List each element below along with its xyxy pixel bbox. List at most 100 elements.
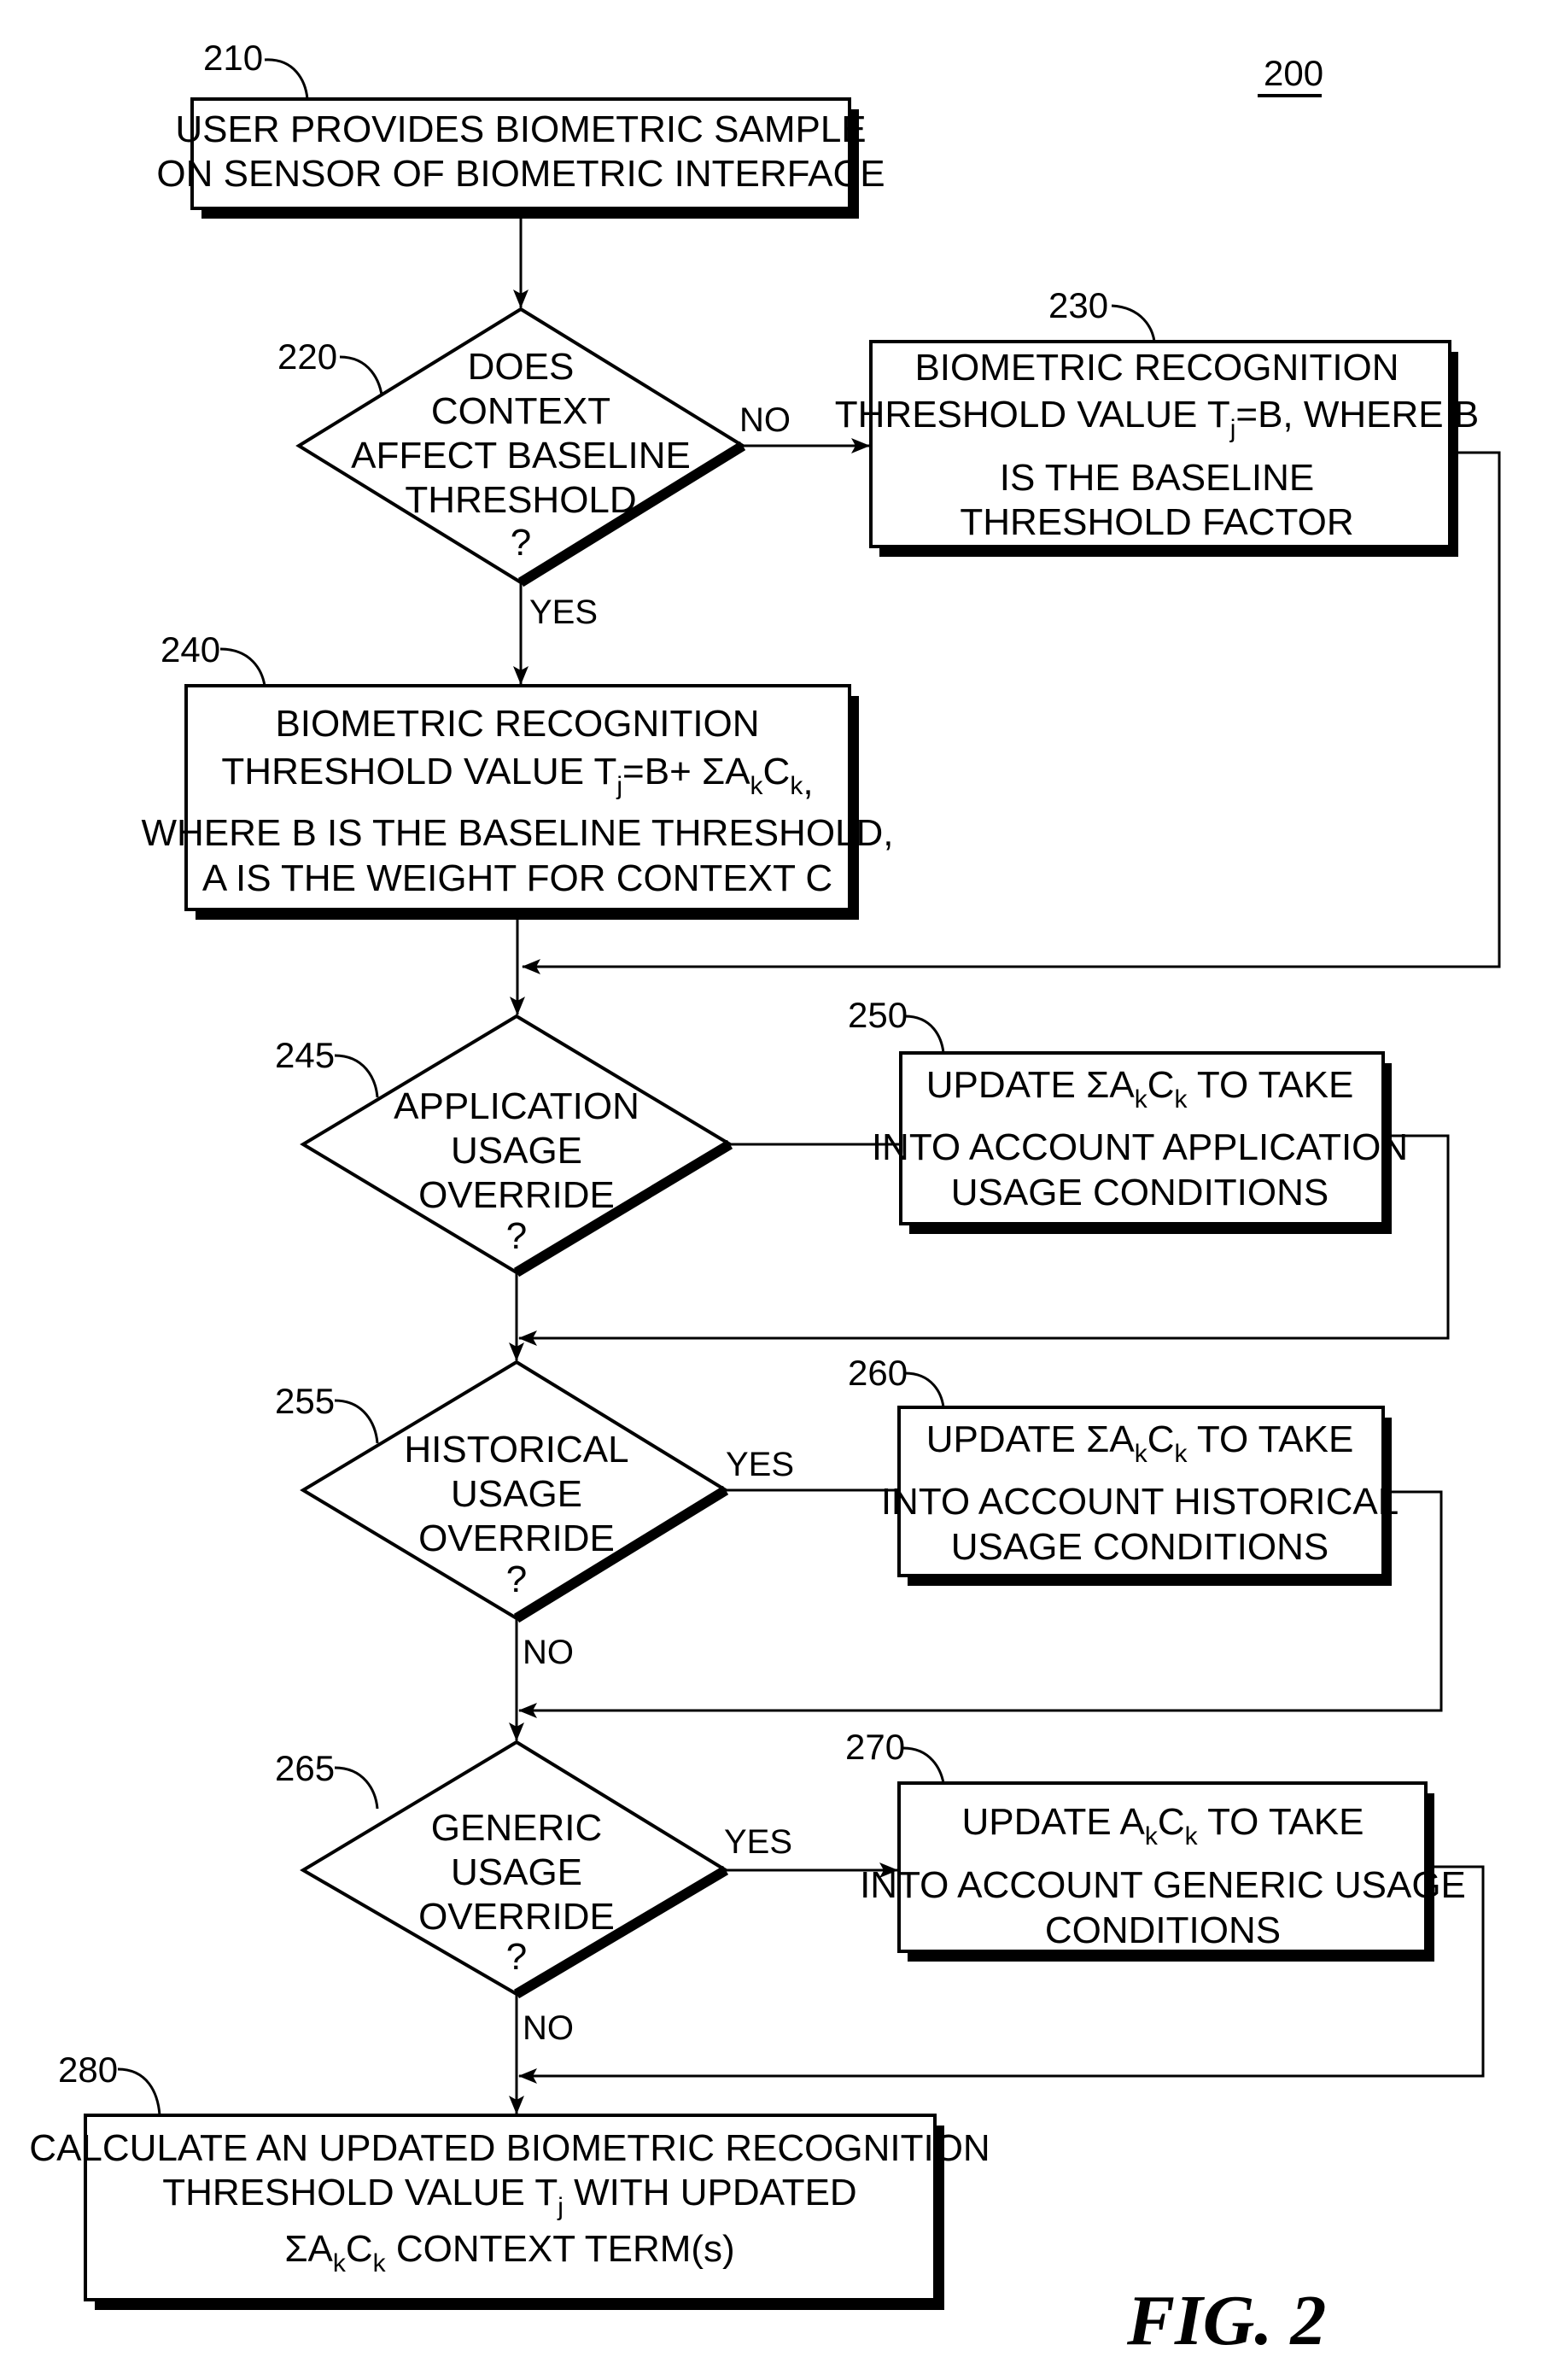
step-230-process-box: 230 BIOMETRIC RECOGNITION THRESHOLD VALU… [835, 285, 1479, 557]
step-280-text-part: CONTEXT TERM(s) [386, 2228, 735, 2270]
step-210-leader [264, 58, 309, 100]
step-240-subscript-j: j [616, 772, 622, 800]
step-265-text-line: ? [506, 1936, 527, 1978]
step-260-ref: 260 [848, 1353, 908, 1393]
step-265-text-line: USAGE [451, 1851, 582, 1893]
step-240-text-line: WHERE B IS THE BASELINE THRESHOLD, [141, 812, 893, 854]
step-280-subscript-k: k [373, 2249, 387, 2278]
step-245-text-line: APPLICATION [394, 1085, 639, 1127]
step-270-text-part: C [1158, 1801, 1185, 1843]
step-255-text-line: USAGE [451, 1473, 582, 1515]
step-240-text-part: THRESHOLD VALUE T [221, 751, 616, 792]
step-265-decision: 265 GENERIC USAGE OVERRIDE ? YES NO [275, 1740, 792, 2047]
step-250-process-box: 250 UPDATE ΣAkCk TO TAKE INTO ACCOUNT AP… [848, 995, 1408, 1234]
step-220-ref: 220 [277, 336, 337, 377]
step-210-text-line: ON SENSOR OF BIOMETRIC INTERFACE [156, 153, 885, 195]
figure-number-label: 200 [1264, 53, 1323, 93]
step-245-ref: 245 [275, 1035, 335, 1075]
step-255-yes-label: YES [726, 1446, 794, 1483]
step-280-leader [117, 2067, 161, 2116]
step-265-ref: 265 [275, 1748, 335, 1788]
step-230-text-line: BIOMETRIC RECOGNITION [914, 347, 1399, 389]
step-270-subscript-k: k [1145, 1822, 1159, 1851]
step-270-text-line: CONDITIONS [1045, 1909, 1281, 1951]
step-245-decision: 245 APPLICATION USAGE OVERRIDE ? [275, 1014, 733, 1278]
step-280-text-line: CALCULATE AN UPDATED BIOMETRIC RECOGNITI… [29, 2127, 990, 2169]
step-240-text-part: , [803, 761, 813, 803]
step-270-leader [902, 1746, 945, 1784]
step-255-no-label: NO [523, 1634, 574, 1671]
step-280-text-part: ΣA [284, 2228, 333, 2270]
step-280-process-box: 280 CALCULATE AN UPDATED BIOMETRIC RECOG… [29, 2050, 990, 2310]
step-260-subscript-k: k [1135, 1440, 1148, 1468]
step-220-decision: 220 DOES CONTEXT AFFECT BASELINE THRESHO… [277, 307, 791, 631]
step-240-text-part: C [763, 751, 791, 792]
step-260-subscript-k: k [1174, 1440, 1188, 1468]
step-220-text-line: CONTEXT [431, 390, 610, 432]
step-220-text-line: AFFECT BASELINE [351, 435, 691, 477]
step-220-text-line: ? [511, 522, 531, 564]
step-250-leader [904, 1015, 945, 1054]
step-230-text-line: THRESHOLD FACTOR [960, 501, 1353, 543]
step-240-process-box: 240 BIOMETRIC RECOGNITION THRESHOLD VALU… [141, 629, 894, 920]
step-240-leader [219, 647, 266, 687]
step-245-text-line: ? [506, 1215, 527, 1257]
step-245-leader [334, 1054, 379, 1098]
step-260-text-line: USAGE CONDITIONS [951, 1526, 1329, 1568]
step-210-text-line: USER PROVIDES BIOMETRIC SAMPLE [175, 108, 866, 150]
step-230-subscript-j: j [1229, 415, 1236, 443]
step-255-leader [334, 1399, 379, 1444]
step-255-text-line: HISTORICAL [404, 1429, 628, 1471]
step-280-text-part: THRESHOLD VALUE T [162, 2172, 558, 2213]
flowchart: 200 210 USER PROVIDES BIOMETRIC SAMPLE O… [29, 38, 1501, 2360]
step-270-ref: 270 [845, 1727, 905, 1767]
step-240-ref: 240 [161, 629, 220, 670]
step-255-decision: 255 HISTORICAL USAGE OVERRIDE ? YES NO [275, 1360, 794, 1671]
step-250-ref: 250 [848, 995, 908, 1035]
step-270-process-box: 270 UPDATE AkCk TO TAKE INTO ACCOUNT GEN… [845, 1727, 1466, 1962]
step-220-leader [339, 355, 384, 402]
step-265-leader [334, 1766, 379, 1810]
step-250-text-line: INTO ACCOUNT APPLICATION [872, 1126, 1408, 1168]
step-255-text-line: OVERRIDE [418, 1517, 615, 1559]
step-280-subscript-j: j [557, 2193, 564, 2221]
figure-number: 200 [1258, 53, 1323, 97]
step-250-subscript-k: k [1135, 1085, 1148, 1114]
step-250-text-line: USAGE CONDITIONS [951, 1172, 1329, 1213]
step-210-ref: 210 [203, 38, 263, 78]
step-220-text-line: THRESHOLD [405, 479, 636, 521]
step-230-leader [1111, 304, 1156, 342]
step-230-text-part: =B, WHERE B [1235, 394, 1479, 436]
step-210-process-box: 210 USER PROVIDES BIOMETRIC SAMPLE ON SE… [156, 38, 885, 219]
step-245-text-line: USAGE [451, 1130, 582, 1172]
step-245-text-line: OVERRIDE [418, 1174, 615, 1216]
step-265-text-line: OVERRIDE [418, 1896, 615, 1938]
step-230-ref: 230 [1048, 285, 1108, 325]
step-240-text-line: A IS THE WEIGHT FOR CONTEXT C [202, 857, 832, 899]
step-270-text-part: UPDATE A [962, 1801, 1146, 1843]
step-270-subscript-k: k [1185, 1822, 1199, 1851]
step-255-ref: 255 [275, 1381, 335, 1421]
step-270-text-line: INTO ACCOUNT GENERIC USAGE [860, 1864, 1466, 1906]
step-250-subscript-k: k [1174, 1085, 1188, 1114]
step-255-text-line: ? [506, 1558, 527, 1600]
step-240-subscript-k: k [750, 772, 764, 800]
step-265-text-line: GENERIC [431, 1807, 602, 1849]
step-270-text-part: TO TAKE [1198, 1801, 1364, 1843]
figure-caption: FIG. 2 [1126, 2281, 1326, 2360]
step-240-subscript-k: k [790, 772, 803, 800]
step-220-yes-label: YES [529, 594, 598, 631]
step-280-subscript-k: k [333, 2249, 347, 2278]
step-265-no-label: NO [523, 2009, 574, 2047]
step-260-text-part: UPDATE ΣA [926, 1418, 1136, 1460]
step-265-yes-label: YES [724, 1823, 792, 1861]
step-240-text-line: BIOMETRIC RECOGNITION [275, 703, 759, 745]
step-220-text-line: DOES [468, 346, 575, 388]
step-260-text-part: C [1147, 1418, 1175, 1460]
step-230-text-part: THRESHOLD VALUE T [835, 394, 1230, 436]
step-220-no-label: NO [739, 401, 791, 439]
step-250-text-part: TO TAKE [1187, 1064, 1353, 1106]
step-260-process-box: 260 UPDATE ΣAkCk TO TAKE INTO ACCOUNT HI… [848, 1353, 1399, 1586]
step-260-text-part: TO TAKE [1187, 1418, 1353, 1460]
step-260-leader [904, 1371, 945, 1408]
